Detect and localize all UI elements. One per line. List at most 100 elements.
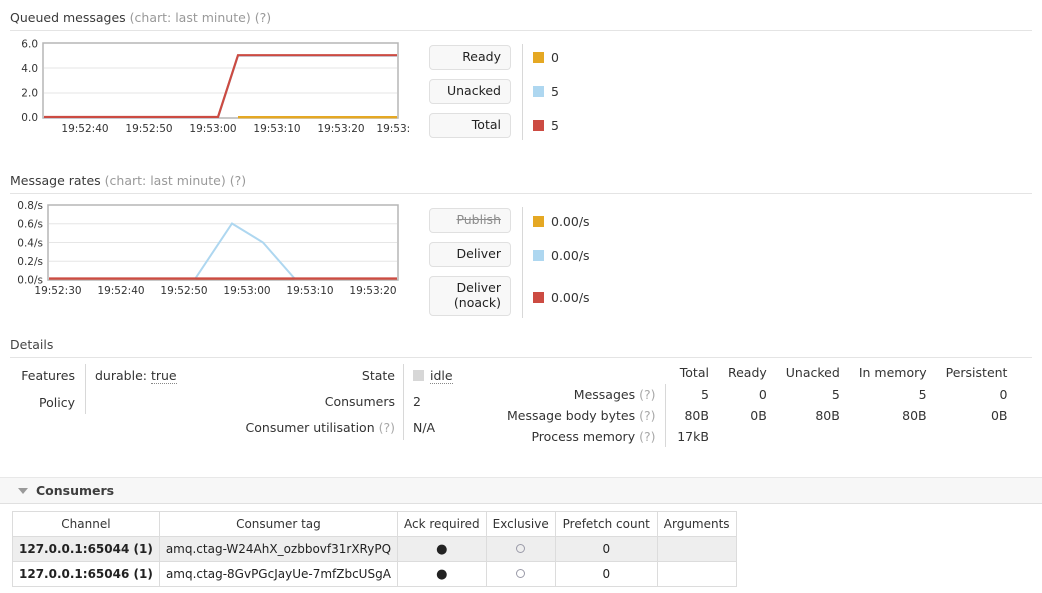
svg-text:19:52:40: 19:52:40 [97,285,144,297]
queued-legend-divider [522,44,523,140]
chevron-down-icon[interactable] [18,487,28,494]
details-label-consumer-utilisation: Consumer utilisation (?) [200,420,395,435]
details-value-state-text[interactable]: idle [430,368,453,384]
consumers-col-ack-required[interactable]: Ack required [397,511,487,537]
stats-bytes-persistent: 0B [990,408,1008,423]
consumers-col-channel[interactable]: Channel [12,511,160,537]
consumer-channel[interactable]: 127.0.0.1:65046 (1) [12,561,160,587]
details-mid-divider [403,364,404,440]
stats-col-in-memory: In memory [858,365,927,380]
stats-row-body-bytes-label: Message body bytes (?) [497,405,667,426]
divider-rates [10,193,1032,194]
details-label-features-text: Features [21,368,75,383]
consumers-col-prefetch[interactable]: Prefetch count [554,511,658,537]
rates-legend-deliver-noack-value: 0.00/s [551,290,590,305]
queued-button-unacked[interactable]: Unacked [429,79,511,104]
svg-text:19:53:10: 19:53:10 [253,123,300,135]
queued-legend-ready: 0 [533,50,559,65]
details-value-durable-true[interactable]: true [150,368,177,384]
table-row[interactable]: 127.0.0.1:65046 (1) amq.ctag-8GvPGcJayUe… [12,561,737,587]
message-rates-subtitle: (chart: last minute) [104,173,226,188]
message-rates-help-icon[interactable]: (?) [230,173,246,188]
consumers-section-bar[interactable]: Consumers [0,477,1042,504]
process-memory-help-icon[interactable]: (?) [639,429,655,444]
svg-text:2.0: 2.0 [21,88,38,100]
queued-legend-unacked: 5 [533,84,559,99]
details-label-consumers-text: Consumers [324,394,395,409]
consumer-arguments [656,561,737,587]
svg-text:0.2/s: 0.2/s [17,256,43,268]
consumers-col-exclusive[interactable]: Exclusive [485,511,556,537]
stats-row-messages-label-text: Messages [573,387,636,402]
svg-text:19:53:30: 19:53:30 [376,123,410,135]
queued-button-total-label: Total [471,117,501,133]
stats-bytes-unacked: 80B [815,408,840,423]
ack-required-dot-icon: ● [436,542,448,557]
stats-row-process-memory: Process memory (?) 17kB [497,426,1016,447]
queue-detail-page: Queued messages (chart: last minute) (?)… [0,0,1042,593]
stats-messages-ready: 0 [758,387,767,402]
svg-text:19:53:20: 19:53:20 [349,285,396,297]
rates-button-deliver[interactable]: Deliver [429,242,511,267]
stats-row-messages: Messages (?) 5 0 5 5 0 [497,384,1016,405]
state-indicator-square [413,370,424,381]
rates-legend-publish-swatch [533,216,544,227]
details-heading: Details [10,337,53,352]
consumer-channel[interactable]: 127.0.0.1:65044 (1) [12,536,160,562]
rates-legend-publish-value: 0.00/s [551,214,590,229]
stats-row-process-memory-label-text: Process memory [531,429,636,444]
stats-procmem-total: 17kB [677,429,709,444]
consumer-utilisation-help-icon[interactable]: (?) [379,420,395,435]
svg-text:0.8/s: 0.8/s [17,200,43,212]
details-value-state: idle [413,368,453,384]
consumers-col-consumer-tag[interactable]: Consumer tag [158,511,399,537]
consumer-ack-required: ● [397,536,487,562]
queued-button-ready[interactable]: Ready [429,45,511,70]
rates-legend-deliver-swatch [533,250,544,261]
queued-messages-chart: 6.0 4.0 2.0 0.0 19:52:40 19:52:50 19:53:… [10,38,410,136]
rates-button-deliver-noack[interactable]: Deliver (noack) [429,276,511,316]
details-value-consumer-utilisation-text: N/A [413,420,436,435]
stats-messages-persistent: 0 [999,387,1008,402]
consumer-ack-required: ● [397,561,487,587]
details-label-policy-text: Policy [39,395,75,410]
consumers-table: Channel Consumer tag Ack required Exclus… [12,511,737,587]
queued-button-unacked-label: Unacked [446,83,501,99]
message-body-bytes-help-icon[interactable]: (?) [639,408,655,423]
queued-legend-ready-value: 0 [551,50,559,65]
queued-legend-total-value: 5 [551,118,559,133]
rates-legend-deliver: 0.00/s [533,248,590,263]
queued-button-ready-label: Ready [462,49,501,65]
rates-button-publish-label: Publish [456,212,501,228]
stats-bytes-ready: 0B [750,408,767,423]
svg-text:4.0: 4.0 [21,63,38,75]
stats-col-unacked: Unacked [785,365,840,380]
details-value-consumers-text: 2 [413,394,421,409]
svg-text:19:52:50: 19:52:50 [125,123,172,135]
queue-stats-table: Total Ready Unacked In memory Persistent… [497,362,1016,447]
divider-details [10,357,1032,358]
consumers-col-arguments[interactable]: Arguments [656,511,737,537]
svg-text:0.6/s: 0.6/s [17,219,43,231]
queued-button-total[interactable]: Total [429,113,511,138]
queued-messages-help-icon[interactable]: (?) [255,10,271,25]
details-label-state-text: State [361,368,395,383]
queued-legend-ready-swatch [533,52,544,63]
rates-legend-deliver-value: 0.00/s [551,248,590,263]
consumer-exclusive [485,561,556,587]
details-label-policy: Policy [0,395,75,410]
details-label-consumer-utilisation-text: Consumer utilisation [245,420,375,435]
consumer-tag: amq.ctag-8GvPGcJayUe-7mfZbcUSgA [158,561,399,587]
stats-row-process-memory-label: Process memory (?) [497,426,667,447]
svg-text:19:53:00: 19:53:00 [189,123,236,135]
queued-messages-heading: Queued messages (chart: last minute) (?) [10,10,271,25]
consumers-header-row: Channel Consumer tag Ack required Exclus… [12,511,737,537]
rates-legend-deliver-noack-swatch [533,292,544,303]
rates-legend-divider [522,207,523,318]
messages-help-icon[interactable]: (?) [639,387,655,402]
stats-col-ready: Ready [727,365,767,380]
rates-button-publish[interactable]: Publish [429,208,511,233]
stats-row-messages-label: Messages (?) [497,384,667,405]
table-row[interactable]: 127.0.0.1:65044 (1) amq.ctag-W24AhX_ozbb… [12,536,737,562]
queued-legend-total-swatch [533,120,544,131]
